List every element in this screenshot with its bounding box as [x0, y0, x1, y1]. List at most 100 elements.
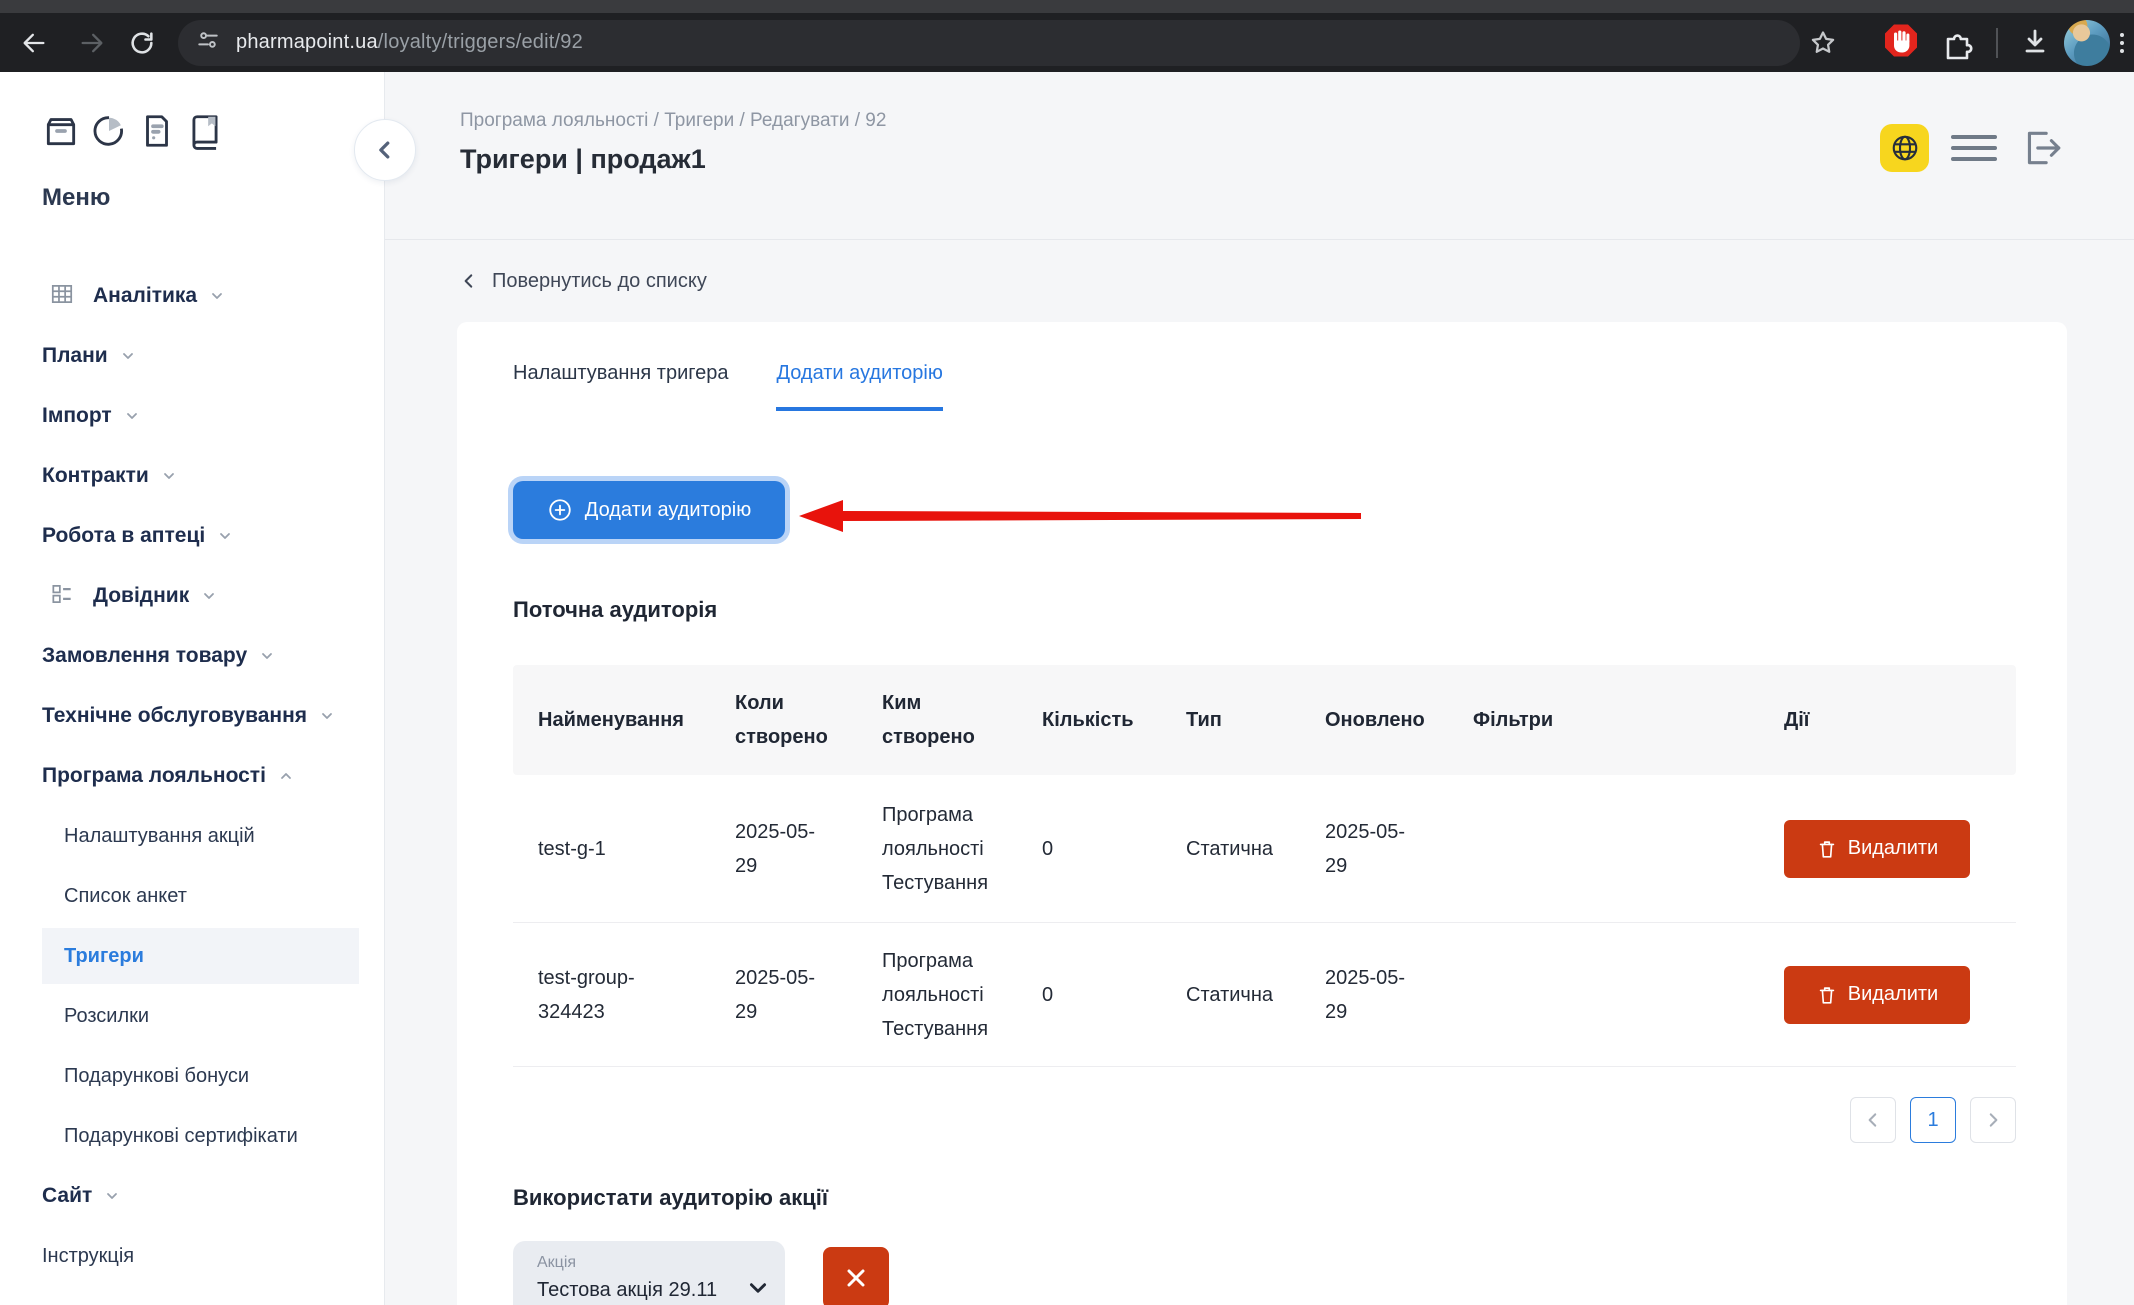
document-icon[interactable]: [138, 112, 176, 150]
sidebar-item-gift-bonuses[interactable]: Подарункові бонуси: [0, 1046, 384, 1106]
table-row: test-group-324423 2025-05-29 Програма ло…: [513, 923, 2016, 1067]
use-audience-title: Використати аудиторію акції: [513, 1183, 2016, 1213]
pagination-prev-button[interactable]: [1850, 1097, 1896, 1143]
header-controls: [1880, 124, 2065, 172]
close-icon: [841, 1263, 871, 1293]
column-header: Кількість: [1017, 703, 1161, 737]
add-audience-button[interactable]: Додати аудиторію: [513, 481, 785, 539]
sidebar-item-maintenance[interactable]: Технічне обслуговування: [0, 686, 384, 746]
sidebar-item-gift-certificates[interactable]: Подарункові сертифікати: [0, 1106, 384, 1166]
adblock-stop-hand-icon[interactable]: [1881, 20, 1921, 65]
delete-button-label: Видалити: [1848, 983, 1938, 1006]
book-icon[interactable]: [186, 112, 224, 150]
add-audience-button-label: Додати аудиторію: [585, 499, 751, 522]
logout-icon[interactable]: [2019, 124, 2065, 172]
sidebar-item-instruction[interactable]: Інструкція: [0, 1226, 384, 1286]
column-header: Оновлено: [1300, 703, 1448, 737]
sidebar-item-loyalty-program[interactable]: Програма лояльності: [0, 746, 384, 806]
url-bar[interactable]: pharmapoint.ua/loyalty/triggers/edit/92: [178, 20, 1800, 66]
sidebar-item-triggers[interactable]: Тригери: [0, 926, 384, 986]
site-info-icon[interactable]: [196, 28, 220, 57]
back-link-label: Повернутись до списку: [492, 270, 707, 293]
url-text: pharmapoint.ua/loyalty/triggers/edit/92: [236, 31, 583, 54]
sidebar-item-mailings[interactable]: Розсилки: [0, 986, 384, 1046]
bookmark-star-icon[interactable]: [1808, 28, 1838, 58]
tab-add-audience[interactable]: Додати аудиторію: [776, 362, 942, 411]
profile-avatar[interactable]: [2064, 20, 2110, 66]
sidebar-item-label: Замовлення товару: [42, 644, 247, 668]
chevron-down-icon: [209, 288, 225, 304]
url-path: /loyalty/triggers/edit/92: [378, 31, 583, 53]
grid-icon: [49, 281, 75, 312]
app-layout: Меню Аналітика Плани Імпорт Контракти Ро…: [0, 72, 2134, 1305]
chevron-down-icon: [217, 528, 233, 544]
delete-audience-button[interactable]: Видалити: [1784, 966, 1970, 1024]
sidebar-item-label: Імпорт: [42, 404, 112, 428]
sidebar-item-analytics[interactable]: Аналітика: [0, 266, 384, 326]
sidebar-item-label: Технічне обслуговування: [42, 704, 307, 728]
sidebar-item-plans[interactable]: Плани: [0, 326, 384, 386]
toolbar-divider: [1996, 28, 1998, 58]
column-header: Фільтри: [1448, 703, 1784, 737]
sidebar: Меню Аналітика Плани Імпорт Контракти Ро…: [0, 72, 385, 1305]
sidebar-item-label: Список анкет: [64, 885, 187, 908]
plus-circle-icon: [547, 497, 573, 523]
clear-promo-button[interactable]: [823, 1247, 889, 1305]
column-header: Коли створено: [710, 686, 857, 754]
pie-chart-icon[interactable]: [90, 112, 128, 150]
pagination-page-1[interactable]: 1: [1910, 1097, 1956, 1143]
table-row: test-g-1 2025-05-29 Програма лояльності …: [513, 775, 2016, 923]
audience-count: 0: [1017, 978, 1161, 1012]
language-globe-button[interactable]: [1880, 124, 1929, 172]
pagination: 1: [513, 1097, 2016, 1143]
sidebar-item-contracts[interactable]: Контракти: [0, 446, 384, 506]
list-details-icon: [49, 581, 75, 612]
use-audience-row: Акція Тестова акція 29.11: [513, 1241, 2016, 1305]
chevron-left-icon: [1864, 1111, 1882, 1129]
promo-select-value: Тестова акція 29.11: [537, 1279, 765, 1302]
sidebar-item-directory[interactable]: Довідник: [0, 566, 384, 626]
sidebar-item-label: Сайт: [42, 1184, 92, 1208]
extensions-puzzle-icon[interactable]: [1938, 24, 1976, 62]
sidebar-collapse-button[interactable]: [354, 119, 416, 181]
audience-table: Найменування Коли створено Ким створено …: [513, 665, 2016, 1067]
promo-select[interactable]: Акція Тестова акція 29.11: [513, 1241, 785, 1305]
reload-icon[interactable]: [128, 29, 156, 57]
trash-icon: [1816, 984, 1838, 1006]
column-header: Найменування: [513, 703, 710, 737]
archive-box-icon[interactable]: [42, 112, 80, 150]
sidebar-item-goods-order[interactable]: Замовлення товару: [0, 626, 384, 686]
created-by: Програма лояльності Тестування: [882, 798, 1007, 900]
tab-trigger-settings[interactable]: Налаштування тригера: [513, 362, 728, 411]
sidebar-item-site[interactable]: Сайт: [0, 1166, 384, 1226]
download-icon[interactable]: [2016, 24, 2054, 62]
sidebar-item-label: Подарункові сертифікати: [64, 1125, 298, 1148]
hamburger-menu-icon[interactable]: [1951, 128, 1997, 168]
sidebar-item-questionnaires[interactable]: Список анкет: [0, 866, 384, 926]
column-header: Ким створено: [857, 686, 1017, 754]
sidebar-item-pharmacy-work[interactable]: Робота в аптеці: [0, 506, 384, 566]
chevron-right-icon: [1984, 1111, 2002, 1129]
sidebar-item-label: Програма лояльності: [42, 764, 266, 788]
forward-icon[interactable]: [78, 29, 106, 57]
back-icon[interactable]: [20, 29, 48, 57]
audience-name: test-g-1: [538, 832, 606, 866]
chevron-down-icon: [201, 588, 217, 604]
delete-audience-button[interactable]: Видалити: [1784, 820, 1970, 878]
table-header-row: Найменування Коли створено Ким створено …: [513, 665, 2016, 775]
sidebar-item-label: Подарункові бонуси: [64, 1065, 249, 1088]
created-date: 2025-05-29: [735, 815, 830, 883]
pagination-next-button[interactable]: [1970, 1097, 2016, 1143]
sidebar-item-label: Робота в аптеці: [42, 524, 205, 548]
menu-kebab-icon[interactable]: [2120, 29, 2124, 57]
updated-date: 2025-05-29: [1325, 815, 1420, 883]
sidebar-item-promo-settings[interactable]: Налаштування акцій: [0, 806, 384, 866]
sidebar-item-label: Розсилки: [64, 1005, 149, 1028]
back-to-list-link[interactable]: Повернутись до списку: [385, 240, 2134, 322]
sidebar-item-import[interactable]: Імпорт: [0, 386, 384, 446]
audience-type: Статична: [1161, 978, 1300, 1012]
page-header: Програма лояльності / Тригери / Редагува…: [385, 72, 2134, 240]
sidebar-item-label: Аналітика: [93, 284, 197, 308]
chevron-down-icon: [259, 648, 275, 664]
url-host: pharmapoint.ua: [236, 31, 378, 53]
